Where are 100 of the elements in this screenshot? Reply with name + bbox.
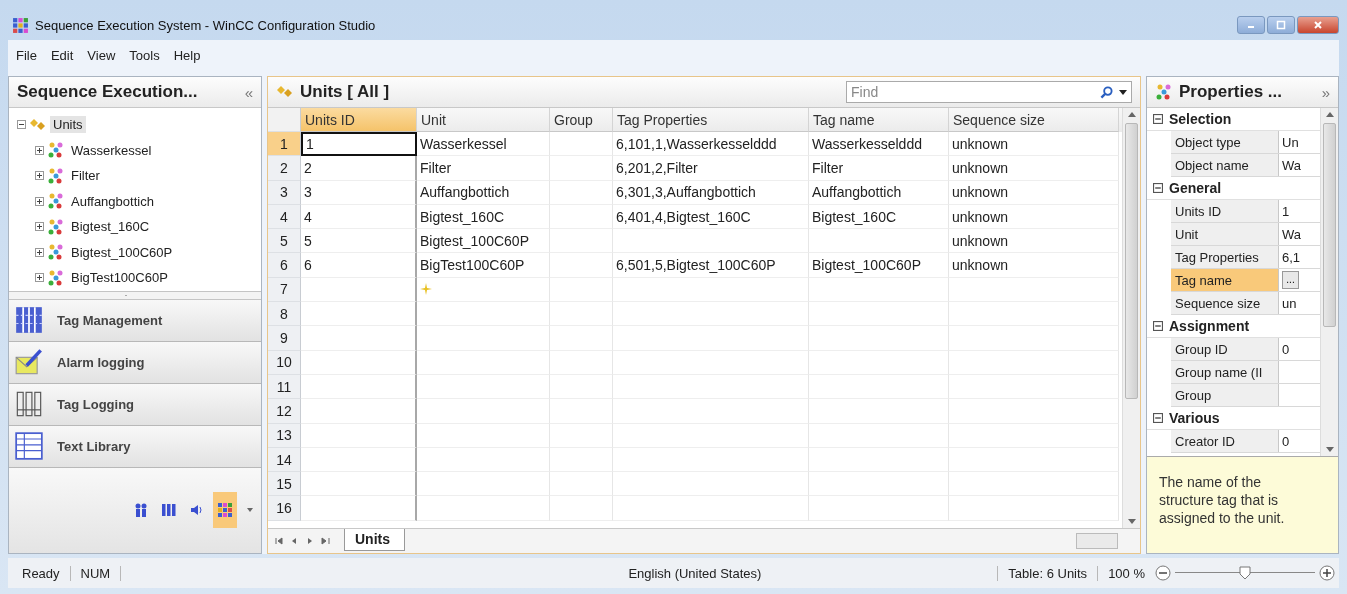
scroll-up-icon[interactable]: [1127, 112, 1136, 117]
zoom-out-icon[interactable]: [1155, 565, 1171, 581]
collapse-icon[interactable]: [1153, 114, 1163, 124]
scroll-down-icon[interactable]: [1325, 447, 1334, 452]
unit-icon: [47, 218, 65, 235]
expand-button[interactable]: »: [1321, 83, 1330, 101]
table-cell: 5: [301, 229, 417, 254]
property-name[interactable]: Group name (II: [1171, 361, 1279, 383]
column-header[interactable]: Unit: [417, 108, 550, 132]
users-icon: [133, 502, 149, 519]
tree-item[interactable]: Wasserkessel: [68, 141, 155, 159]
column-header[interactable]: Tag Properties: [613, 108, 809, 132]
table-cell: Filter: [417, 156, 550, 181]
expander-icon[interactable]: [35, 247, 44, 257]
table-cell: 6,301,3,Auffangbottich: [613, 180, 809, 205]
zoom-slider[interactable]: [1175, 565, 1315, 581]
column-header[interactable]: Group: [550, 108, 613, 132]
status-text: Ready: [12, 565, 71, 581]
corner-cell[interactable]: [268, 108, 301, 132]
maximize-button[interactable]: [1267, 16, 1295, 34]
collapse-icon[interactable]: [1153, 413, 1163, 423]
editor-button[interactable]: Tag Management: [9, 299, 261, 342]
tree-item[interactable]: BigTest100C60P: [68, 269, 171, 287]
expander-icon[interactable]: [35, 171, 44, 181]
unit-icon: [1155, 84, 1173, 100]
minimize-button[interactable]: [1237, 16, 1265, 34]
collapse-icon[interactable]: [1153, 321, 1163, 331]
table-cell: Filter: [809, 156, 949, 181]
property-name[interactable]: Tag name: [1171, 269, 1279, 291]
property-value: 1: [1282, 203, 1290, 219]
scroll-down-icon[interactable]: [1127, 519, 1136, 524]
slider-thumb[interactable]: [1239, 566, 1251, 580]
tree-item[interactable]: Auffangbottich: [68, 192, 157, 210]
category-label: Various: [1169, 410, 1220, 426]
row-number: 15: [268, 472, 301, 497]
menu-item[interactable]: Edit: [50, 47, 74, 63]
dropdown-arrow-icon[interactable]: [1119, 89, 1127, 95]
tree-item[interactable]: Filter: [68, 167, 103, 185]
row-number: 3: [268, 180, 301, 205]
zoom-in-icon[interactable]: [1319, 565, 1335, 581]
scroll-thumb[interactable]: [1125, 123, 1138, 399]
scroll-up-icon[interactable]: [1325, 112, 1334, 117]
horizontal-scrollbar[interactable]: [1076, 533, 1118, 549]
expander-icon[interactable]: [35, 273, 44, 283]
table-cell: [550, 472, 613, 497]
column-header[interactable]: Sequence size: [949, 108, 1119, 132]
column-header[interactable]: Units ID: [301, 108, 417, 132]
menu-item[interactable]: Tools: [129, 47, 160, 63]
property-name[interactable]: Group ID: [1171, 338, 1279, 360]
collapse-icon[interactable]: [1153, 183, 1163, 193]
tree-item[interactable]: Units: [50, 116, 86, 134]
editor-button[interactable]: Text Library: [9, 425, 261, 468]
property-name[interactable]: Sequence size: [1171, 292, 1279, 314]
table-cell: [550, 229, 613, 254]
editor-button[interactable]: Alarm logging: [9, 341, 261, 384]
search-field[interactable]: Find: [846, 81, 1132, 103]
editor-button[interactable]: Tag Logging: [9, 383, 261, 426]
description-text: The name of the structure tag that is assigned to the unit.: [1159, 474, 1285, 527]
menu-item[interactable]: View: [87, 47, 116, 63]
sheet-tab[interactable]: Units: [344, 529, 405, 551]
close-button[interactable]: [1297, 16, 1339, 34]
property-name[interactable]: Object type: [1171, 131, 1279, 153]
browse-button[interactable]: ...: [1282, 271, 1299, 289]
unit-icon: [47, 244, 65, 261]
table-cell: unknown: [949, 132, 1119, 157]
diamonds-icon: [276, 84, 294, 100]
splitter-handle[interactable]: [9, 290, 261, 300]
table-cell: [550, 350, 613, 375]
table-cell: [550, 180, 613, 205]
scroll-thumb[interactable]: [1323, 123, 1336, 327]
collapse-button[interactable]: «: [244, 83, 253, 101]
property-name[interactable]: Tag Properties: [1171, 246, 1279, 268]
row-number: 16: [268, 496, 301, 521]
expander-icon[interactable]: [35, 222, 44, 232]
tree-item[interactable]: Bigtest_100C60P: [68, 243, 176, 261]
column-header[interactable]: Tag name: [809, 108, 949, 132]
property-name[interactable]: Group: [1171, 384, 1279, 406]
grid-icon: [217, 502, 233, 519]
table-cell: Bigtest_100C60P: [417, 229, 550, 254]
editor-shortcut-button[interactable]: [213, 492, 237, 529]
row-number: 8: [268, 302, 301, 327]
envelope-pen-icon: [15, 348, 43, 376]
panel-title: Units [ All ]: [300, 82, 390, 102]
search-icon[interactable]: [1100, 85, 1113, 99]
expander-icon[interactable]: [17, 120, 26, 130]
tag-table-icon: [15, 306, 43, 334]
property-name[interactable]: Object name: [1171, 154, 1279, 176]
property-name[interactable]: Unit: [1171, 223, 1279, 245]
table-cell: 2: [301, 156, 417, 181]
menu-item[interactable]: Help: [173, 47, 201, 63]
property-name[interactable]: Units ID: [1171, 200, 1279, 222]
row-number: 7: [268, 277, 301, 303]
property-name[interactable]: Creator ID: [1171, 430, 1279, 452]
expander-icon[interactable]: [35, 145, 44, 155]
vertical-scrollbar[interactable]: [1320, 108, 1338, 456]
table-cell: unknown: [949, 156, 1119, 181]
vertical-scrollbar[interactable]: [1122, 108, 1140, 528]
tree-item[interactable]: Bigtest_160C: [68, 218, 153, 236]
expander-icon[interactable]: [35, 196, 44, 206]
menu-item[interactable]: File: [16, 47, 37, 63]
